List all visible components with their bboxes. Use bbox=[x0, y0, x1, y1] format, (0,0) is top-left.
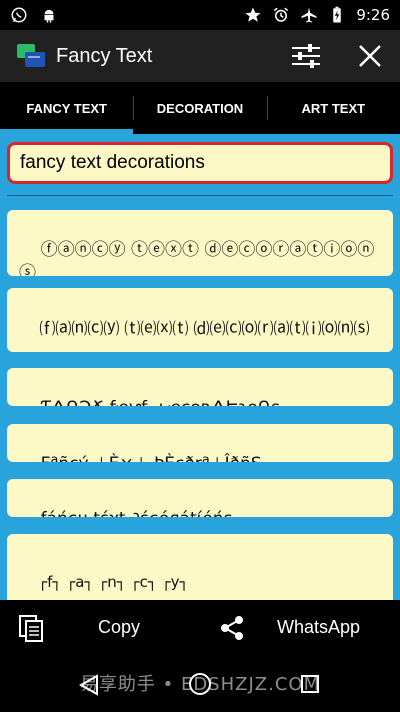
whatsapp-button[interactable]: WhatsApp bbox=[277, 617, 360, 638]
clock-time: 9:26 bbox=[356, 6, 390, 24]
close-button[interactable] bbox=[354, 40, 386, 72]
result-text: ⓕⓐⓝⓒⓨ ⓣⓔⓧⓣ ⓓⓔⓒⓞⓡⓐⓣⓘⓞⓝⓢ bbox=[19, 240, 375, 276]
android-icon bbox=[40, 6, 58, 24]
app-title: Fancy Text bbox=[56, 44, 153, 67]
text-input-field[interactable]: fancy text decorations bbox=[7, 142, 393, 184]
tab-art-text[interactable]: ART TEXT bbox=[266, 82, 400, 134]
settings-sliders-button[interactable] bbox=[290, 42, 322, 70]
result-card-bracketed[interactable]: ┌f┐ ┌a┐ ┌n┐ ┌c┐ ┌y┐ ┌t┐ ┌e┐ ┌x┐ ┌t┐ ┌d┐ … bbox=[7, 534, 393, 600]
result-card-circled[interactable]: ⓕⓐⓝⓒⓨ ⓣⓔⓧⓣ ⓓⓔⓒⓞⓡⓐⓣⓘⓞⓝⓢ bbox=[7, 210, 393, 276]
share-icon[interactable] bbox=[218, 614, 246, 642]
text-input-value: fancy text decorations bbox=[20, 152, 205, 173]
sliders-icon bbox=[292, 44, 320, 68]
tab-decoration[interactable]: DECORATION bbox=[133, 82, 266, 134]
result-card-parenthesized[interactable]: ⒡⒜⒩⒞⒴ ⒯⒠⒳⒯ ⒟⒠⒞⒪⒭⒜⒯⒤⒪⒩⒮ bbox=[7, 288, 393, 352]
result-card-style-4[interactable]: Fªñçý ⊥È×⊥ ÞÈçðrª⊥ÎðñS bbox=[7, 424, 393, 462]
app-logo-icon bbox=[16, 41, 46, 71]
watermark: 易享助手 • EDSHZJZ.COM bbox=[79, 674, 321, 695]
battery-charging-icon bbox=[328, 6, 346, 24]
copy-button[interactable]: Copy bbox=[98, 617, 140, 638]
copy-icon[interactable] bbox=[18, 614, 44, 642]
result-card-style-5[interactable]: ƒáήςч ţέχţ ∂έςóяáţίóήş bbox=[7, 479, 393, 517]
airplane-icon bbox=[300, 6, 318, 24]
alarm-icon bbox=[272, 6, 290, 24]
result-text: ƒáήςч ţέχţ ∂έςóяáţίóήş bbox=[41, 509, 233, 517]
result-text: ┌f┐ ┌a┐ ┌n┐ ┌c┐ ┌y┐ ┌t┐ ┌e┐ ┌x┐ ┌t┐ ┌d┐ … bbox=[19, 573, 189, 600]
bottom-action-bar: Copy WhatsApp bbox=[0, 600, 400, 656]
content-area: fancy text decorations ⓕⓐⓝⓒⓨ ⓣⓔⓧⓣ ⓓⓔⓒⓞⓡⓐ… bbox=[0, 134, 400, 600]
result-card-style-3[interactable]: ƬѦՌϽՃ ƭҽƴƭ ԃҽϲօʀѦԵɿօՌs bbox=[7, 368, 393, 406]
result-text: ⒡⒜⒩⒞⒴ ⒯⒠⒳⒯ ⒟⒠⒞⒪⒭⒜⒯⒤⒪⒩⒮ bbox=[39, 319, 370, 338]
status-bar: 9:26 bbox=[0, 0, 400, 30]
tab-bar: FANCY TEXT DECORATION ART TEXT bbox=[0, 82, 400, 134]
action-bar: Fancy Text bbox=[0, 30, 400, 82]
divider bbox=[7, 195, 393, 196]
star-icon bbox=[244, 6, 262, 24]
result-text: ƬѦՌϽՃ ƭҽƴƭ ԃҽϲօʀѦԵɿօՌs bbox=[41, 398, 280, 406]
tab-fancy-text[interactable]: FANCY TEXT bbox=[0, 82, 134, 134]
result-text: Fªñçý ⊥È×⊥ ÞÈçðrª⊥ÎðñS bbox=[41, 454, 262, 462]
close-icon bbox=[359, 45, 381, 67]
whatsapp-icon bbox=[10, 6, 28, 24]
